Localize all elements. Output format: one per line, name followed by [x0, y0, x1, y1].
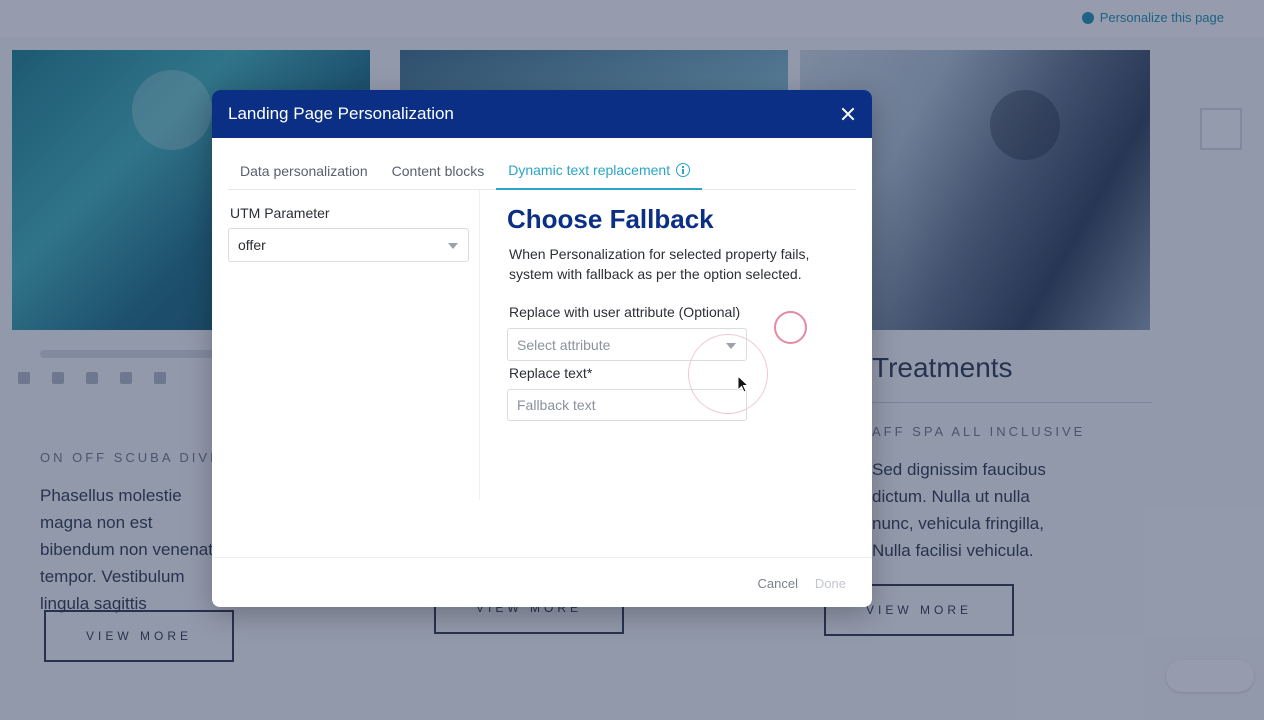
tab-label: Content blocks — [391, 163, 485, 179]
done-button[interactable]: Done — [815, 576, 846, 591]
click-indicator-ring — [774, 311, 807, 344]
fallback-panel: Choose Fallback When Personalization for… — [507, 190, 857, 500]
fallback-description: When Personalization for selected proper… — [509, 246, 810, 282]
close-icon[interactable] — [840, 106, 856, 122]
modal-tabs: Data personalization Content blocks Dyna… — [228, 152, 856, 190]
utm-parameter-panel: UTM Parameter offer — [228, 190, 480, 500]
user-attribute-placeholder: Select attribute — [517, 336, 611, 353]
tab-label: Dynamic text replacement — [508, 162, 671, 178]
utm-parameter-label: UTM Parameter — [230, 205, 330, 221]
modal-title: Landing Page Personalization — [228, 104, 454, 123]
tab-dynamic-text-replacement[interactable]: Dynamic text replacement — [496, 152, 703, 190]
chevron-down-icon — [448, 243, 458, 249]
utm-parameter-value: offer — [238, 237, 266, 253]
modal-header: Landing Page Personalization — [212, 90, 872, 138]
tab-content-blocks[interactable]: Content blocks — [380, 152, 497, 190]
click-indicator-ring-large — [688, 334, 768, 414]
replace-text-label: Replace text* — [509, 365, 593, 381]
mouse-pointer-icon — [737, 375, 750, 393]
tab-label: Data personalization — [240, 163, 368, 179]
user-attribute-label: Replace with user attribute (Optional) — [509, 304, 741, 320]
personalization-modal: Landing Page Personalization Data person… — [212, 90, 872, 607]
fallback-title: Choose Fallback — [507, 204, 714, 234]
utm-parameter-select[interactable]: offer — [228, 228, 469, 262]
modal-footer: Cancel Done — [212, 557, 872, 607]
info-icon[interactable] — [676, 163, 691, 177]
cancel-button[interactable]: Cancel — [758, 576, 798, 591]
tab-data-personalization[interactable]: Data personalization — [228, 152, 380, 190]
